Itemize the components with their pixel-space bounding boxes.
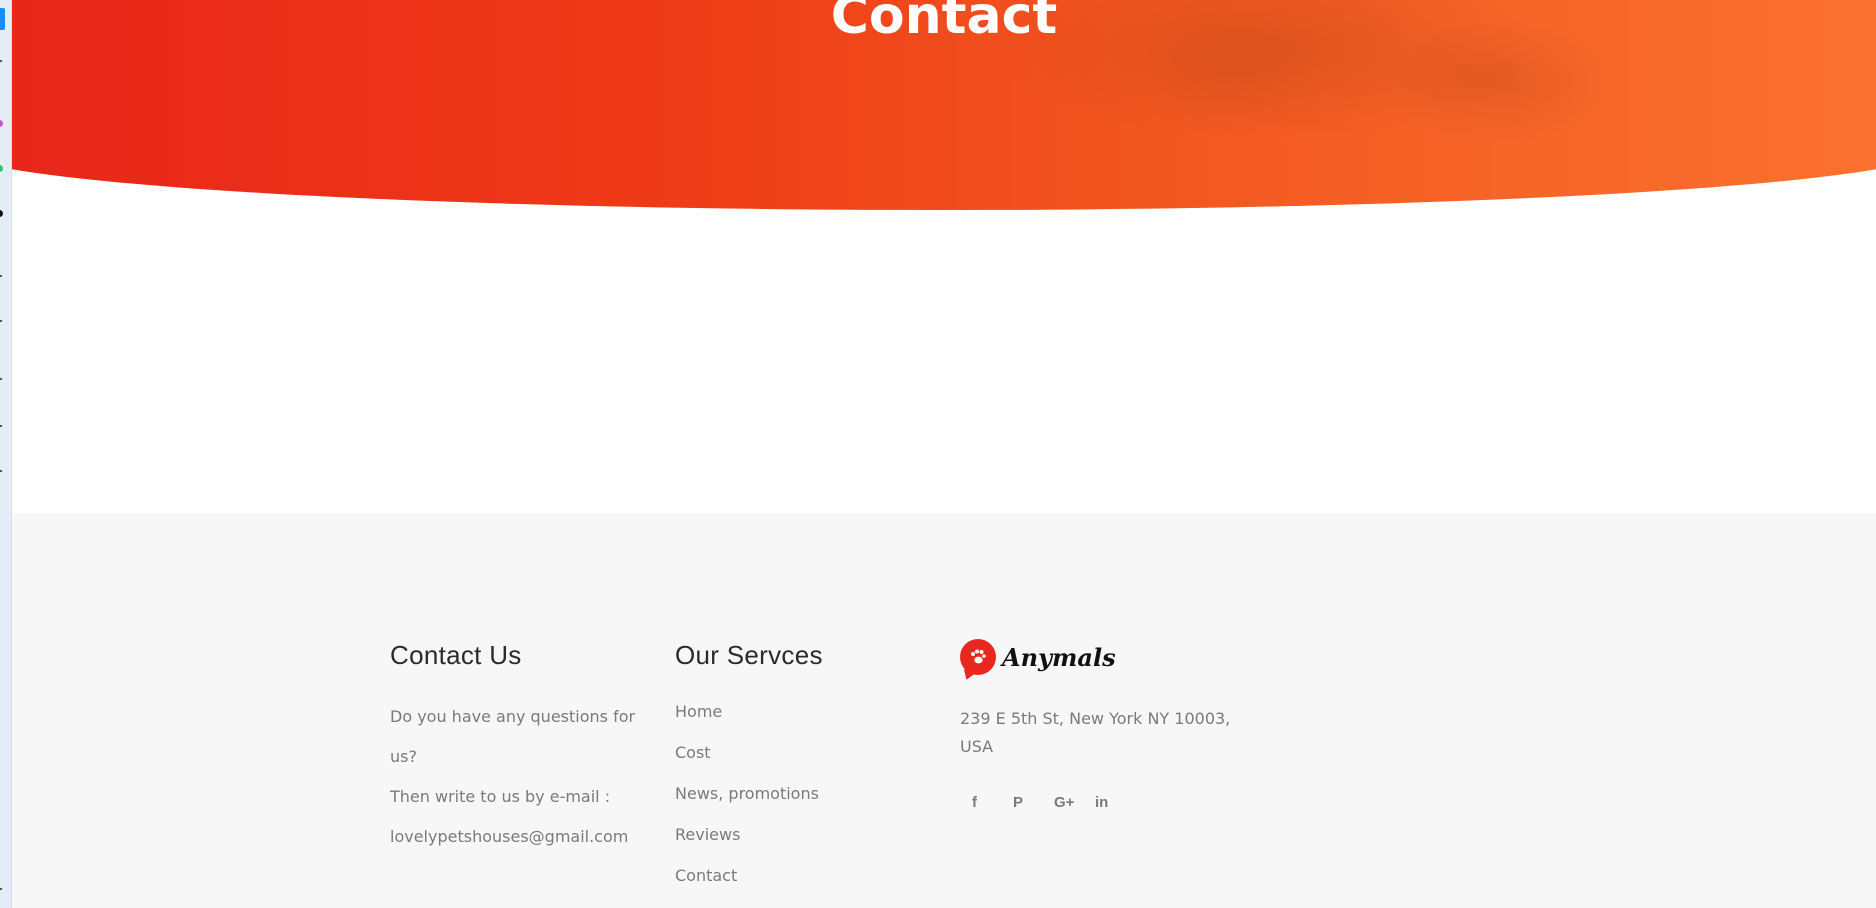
brand-column: Anymals 239 E 5th St, New York NY 10003,…: [960, 637, 1260, 815]
address-text: 239 E 5th St, New York NY 10003, USA: [960, 709, 1231, 756]
contact-us-heading: Contact Us: [390, 640, 522, 670]
sidebar-mark: [0, 425, 2, 427]
brand-logo[interactable]: Anymals: [960, 637, 1260, 677]
contact-email-link[interactable]: lovelypetshouses@gmail.com: [390, 817, 660, 857]
sidebar-mark: [0, 275, 2, 277]
google-plus-icon[interactable]: G+: [1042, 789, 1083, 815]
social-links: f P G+ in: [960, 789, 1260, 815]
sidebar-app-icon[interactable]: [0, 210, 3, 217]
page-title: Contact: [830, 0, 1058, 46]
site-footer: Contact Us Do you have any questions for…: [12, 513, 1876, 908]
services-link-contact[interactable]: Contact: [675, 864, 935, 905]
services-list: Home Cost News, promotions Reviews Conta…: [675, 700, 935, 905]
pinterest-icon[interactable]: P: [1001, 789, 1042, 815]
services-link-home[interactable]: Home: [675, 700, 935, 741]
linkedin-icon[interactable]: in: [1083, 789, 1124, 815]
active-tab-indicator[interactable]: [0, 8, 5, 30]
sidebar-app-icon[interactable]: [0, 120, 3, 127]
sidebar-mark: [0, 320, 2, 322]
contact-email-prompt: Then write to us by e-mail :: [390, 787, 611, 806]
paw-chat-icon: [960, 639, 996, 675]
hero-banner: Contact: [12, 0, 1876, 215]
sidebar-app-icon[interactable]: [0, 165, 3, 172]
sidebar-mark: [0, 888, 2, 890]
browser-sidebar-strip: [0, 0, 12, 908]
brand-logo-text: Anymals: [1002, 642, 1116, 672]
services-link-cost[interactable]: Cost: [675, 741, 935, 782]
sidebar-mark: [0, 378, 2, 380]
contact-question-text: Do you have any questions for us?: [390, 707, 636, 766]
services-link-reviews[interactable]: Reviews: [675, 823, 935, 864]
services-column: Our Servces Home Cost News, promotions R…: [675, 640, 935, 905]
services-heading: Our Servces: [675, 640, 823, 670]
facebook-icon[interactable]: f: [960, 789, 1001, 815]
sidebar-mark: [0, 60, 2, 62]
sidebar-mark: [0, 470, 2, 472]
contact-us-column: Contact Us Do you have any questions for…: [390, 640, 660, 857]
services-link-news[interactable]: News, promotions: [675, 782, 935, 823]
